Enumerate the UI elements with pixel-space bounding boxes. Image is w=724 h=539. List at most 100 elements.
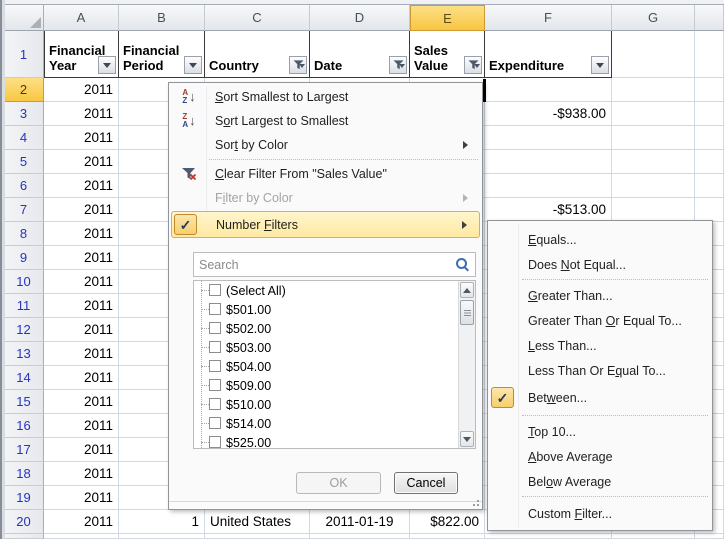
- cell-F5[interactable]: [485, 150, 612, 174]
- menu-item-clear-filter[interactable]: Clear Filter From "Sales Value": [171, 162, 480, 186]
- scrollbar-thumb[interactable]: [460, 300, 474, 325]
- filter-value-option[interactable]: $502.00: [194, 319, 475, 338]
- cell-A12[interactable]: 2011: [44, 318, 119, 342]
- header-cell-date[interactable]: Date: [310, 31, 410, 78]
- menu-item-sort-largest-to-smallest[interactable]: ZA ↓ Sort Largest to Smallest: [171, 109, 480, 133]
- submenu-item-does-not-equal[interactable]: Does Not Equal...: [490, 252, 710, 277]
- cell-E20[interactable]: $822.00: [410, 510, 485, 534]
- cell-G3[interactable]: [612, 102, 695, 126]
- cell-A17[interactable]: 2011: [44, 438, 119, 462]
- submenu-item-greater-than-or-equal-to[interactable]: Greater Than Or Equal To...: [490, 308, 710, 333]
- cell-C20[interactable]: United States: [205, 510, 310, 534]
- row-header-11[interactable]: 11: [0, 294, 44, 318]
- row-header-2[interactable]: 2: [0, 78, 44, 102]
- cell-H4[interactable]: [695, 126, 724, 150]
- scroll-up-button[interactable]: [460, 282, 474, 298]
- submenu-item-between[interactable]: ✓ Between...: [490, 384, 710, 412]
- row-header-14[interactable]: 14: [0, 366, 44, 390]
- cancel-button[interactable]: Cancel: [394, 472, 458, 494]
- cell-F2[interactable]: [485, 78, 612, 102]
- row-header-4[interactable]: 4: [0, 126, 44, 150]
- checkbox-unchecked[interactable]: [209, 360, 221, 372]
- cell-A10[interactable]: 2011: [44, 270, 119, 294]
- cell-A20[interactable]: 2011: [44, 510, 119, 534]
- column-header-partial[interactable]: [695, 5, 724, 31]
- row-header-7[interactable]: 7: [0, 198, 44, 222]
- resize-grip[interactable]: [467, 498, 479, 506]
- row-header-18[interactable]: 18: [0, 462, 44, 486]
- row-header-17[interactable]: 17: [0, 438, 44, 462]
- country-filter-button[interactable]: [289, 56, 307, 74]
- checkbox-unchecked[interactable]: [209, 303, 221, 315]
- header-cell-expenditure[interactable]: Expenditure: [485, 31, 612, 78]
- expenditure-filter-button[interactable]: [591, 56, 609, 74]
- row-header-15[interactable]: 15: [0, 390, 44, 414]
- column-header-F[interactable]: F: [485, 5, 612, 31]
- header-cell-financial-period[interactable]: Financial Period: [119, 31, 205, 78]
- row-header-19[interactable]: 19: [0, 486, 44, 510]
- filter-value-option[interactable]: $504.00: [194, 357, 475, 376]
- column-header-A[interactable]: A: [44, 5, 119, 31]
- submenu-item-top-10[interactable]: Top 10...: [490, 419, 710, 444]
- cell-A6[interactable]: 2011: [44, 174, 119, 198]
- submenu-item-greater-than[interactable]: Greater Than...: [490, 283, 710, 308]
- cell-A8[interactable]: 2011: [44, 222, 119, 246]
- financial-period-filter-button[interactable]: [184, 56, 202, 74]
- filter-value-option[interactable]: $503.00: [194, 338, 475, 357]
- cell-D20[interactable]: 2011-01-19: [310, 510, 410, 534]
- submenu-item-custom-filter[interactable]: Custom Filter...: [490, 500, 710, 527]
- menu-item-filter-by-color[interactable]: Filter by Color: [171, 186, 480, 210]
- column-header-C[interactable]: C: [205, 5, 310, 31]
- cell-A4[interactable]: 2011: [44, 126, 119, 150]
- filter-value-option[interactable]: (Select All): [194, 281, 475, 300]
- cell-H5[interactable]: [695, 150, 724, 174]
- cell-G5[interactable]: [612, 150, 695, 174]
- checkbox-unchecked[interactable]: [209, 398, 221, 410]
- checkbox-unchecked[interactable]: [209, 417, 221, 429]
- ok-button[interactable]: OK: [296, 472, 381, 494]
- cell-A5[interactable]: 2011: [44, 150, 119, 174]
- cell-A18[interactable]: 2011: [44, 462, 119, 486]
- checkbox-unchecked[interactable]: [209, 379, 221, 391]
- date-filter-button[interactable]: [389, 56, 407, 74]
- column-header-D[interactable]: D: [310, 5, 410, 31]
- row-header-12[interactable]: 12: [0, 318, 44, 342]
- cell-H7[interactable]: [695, 198, 724, 222]
- checkbox-unchecked[interactable]: [209, 284, 221, 296]
- column-header-E[interactable]: E: [410, 5, 485, 31]
- row-header-1[interactable]: 1: [0, 31, 44, 78]
- filter-value-option[interactable]: $514.00: [194, 414, 475, 433]
- sales-value-filter-button[interactable]: [464, 56, 482, 74]
- cell-A9[interactable]: 2011: [44, 246, 119, 270]
- cell-H1-partial[interactable]: [695, 31, 724, 78]
- cell-A2[interactable]: 2011: [44, 78, 119, 102]
- cell-A7[interactable]: 2011: [44, 198, 119, 222]
- cell-G4[interactable]: [612, 126, 695, 150]
- row-header-3[interactable]: 3: [0, 102, 44, 126]
- cell-G7[interactable]: [612, 198, 695, 222]
- cell-H2[interactable]: [695, 78, 724, 102]
- cell-F4[interactable]: [485, 126, 612, 150]
- header-cell-country[interactable]: Country: [205, 31, 310, 78]
- header-cell-sales-value[interactable]: Sales Value: [410, 31, 485, 78]
- list-scrollbar[interactable]: [458, 281, 475, 448]
- cell-F7[interactable]: -$513.00: [485, 198, 612, 222]
- column-header-B[interactable]: B: [119, 5, 205, 31]
- cell-H6[interactable]: [695, 174, 724, 198]
- scroll-down-button[interactable]: [460, 431, 474, 447]
- cell-F6[interactable]: [485, 174, 612, 198]
- row-header-16[interactable]: 16: [0, 414, 44, 438]
- financial-year-filter-button[interactable]: [98, 56, 116, 74]
- filter-value-option[interactable]: $525.00: [194, 433, 475, 449]
- filter-value-option[interactable]: $509.00: [194, 376, 475, 395]
- cell-H3[interactable]: [695, 102, 724, 126]
- row-header-9[interactable]: 9: [0, 246, 44, 270]
- menu-item-sort-smallest-to-largest[interactable]: AZ ↓ Sort Smallest to Largest: [171, 85, 480, 109]
- select-all-corner[interactable]: [0, 5, 44, 31]
- checkbox-unchecked[interactable]: [209, 436, 221, 448]
- checkbox-unchecked[interactable]: [209, 341, 221, 353]
- cell-A3[interactable]: 2011: [44, 102, 119, 126]
- row-header-8[interactable]: 8: [0, 222, 44, 246]
- row-header-6[interactable]: 6: [0, 174, 44, 198]
- row-header-13[interactable]: 13: [0, 342, 44, 366]
